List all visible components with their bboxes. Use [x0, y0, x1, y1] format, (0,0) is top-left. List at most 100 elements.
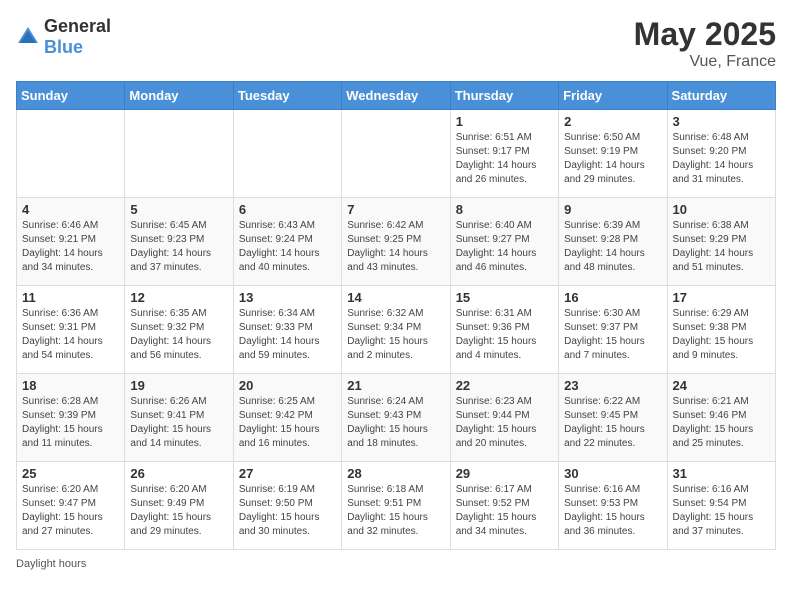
location-text: Vue, France: [634, 53, 776, 71]
footer-note: Daylight hours: [16, 558, 776, 570]
day-info: Sunrise: 6:21 AMSunset: 9:46 PMDaylight:…: [673, 395, 770, 451]
day-number: 3: [673, 114, 770, 129]
day-number: 8: [456, 202, 553, 217]
daylight-note-text: Daylight hours: [16, 558, 86, 570]
calendar-cell: 12 Sunrise: 6:35 AMSunset: 9:32 PMDayligh…: [125, 286, 233, 374]
day-number: 5: [130, 202, 227, 217]
day-info: Sunrise: 6:29 AMSunset: 9:38 PMDaylight:…: [673, 307, 770, 363]
calendar-cell: 20 Sunrise: 6:25 AMSunset: 9:42 PMDayligh…: [233, 374, 341, 462]
day-number: 25: [22, 466, 119, 481]
day-number: 21: [347, 378, 444, 393]
day-number: 2: [564, 114, 661, 129]
calendar-cell: 21 Sunrise: 6:24 AMSunset: 9:43 PMDayligh…: [342, 374, 450, 462]
calendar-cell: 23Sunrise: 6:22 AMSunset: 9:45 PMDayligh…: [559, 374, 667, 462]
weekday-header-thursday: Thursday: [450, 82, 558, 110]
month-title: May 2025: [634, 16, 776, 53]
day-number: 1: [456, 114, 553, 129]
calendar-cell: 13Sunrise: 6:34 AMSunset: 9:33 PMDayligh…: [233, 286, 341, 374]
calendar-cell: 30 Sunrise: 6:16 AMSunset: 9:53 PMDayligh…: [559, 462, 667, 550]
day-info: Sunrise: 6:40 AMSunset: 9:27 PMDaylight:…: [456, 219, 553, 275]
day-info: Sunrise: 6:23 AMSunset: 9:44 PMDaylight:…: [456, 395, 553, 451]
calendar-cell: 7 Sunrise: 6:42 AMSunset: 9:25 PMDaylight…: [342, 198, 450, 286]
day-number: 31: [673, 466, 770, 481]
day-info: Sunrise: 6:34 AMSunset: 9:33 PMDaylight:…: [239, 307, 336, 363]
day-number: 6: [239, 202, 336, 217]
day-info: Sunrise: 6:48 AMSunset: 9:20 PMDaylight:…: [673, 131, 770, 187]
calendar-cell: [342, 110, 450, 198]
day-info: Sunrise: 6:26 AMSunset: 9:41 PMDaylight:…: [130, 395, 227, 451]
calendar-cell: 2Sunrise: 6:50 AMSunset: 9:19 PMDaylight…: [559, 110, 667, 198]
day-info: Sunrise: 6:28 AMSunset: 9:39 PMDaylight:…: [22, 395, 119, 451]
day-number: 16: [564, 290, 661, 305]
day-info: Sunrise: 6:39 AMSunset: 9:28 PMDaylight:…: [564, 219, 661, 275]
weekday-header-sunday: Sunday: [17, 82, 125, 110]
weekday-header-tuesday: Tuesday: [233, 82, 341, 110]
calendar-cell: 3 Sunrise: 6:48 AMSunset: 9:20 PMDaylight…: [667, 110, 775, 198]
day-number: 12: [130, 290, 227, 305]
week-row-2: 4 Sunrise: 6:46 AMSunset: 9:21 PMDaylight…: [17, 198, 776, 286]
day-number: 26: [130, 466, 227, 481]
day-info: Sunrise: 6:20 AMSunset: 9:47 PMDaylight:…: [22, 483, 119, 539]
day-info: Sunrise: 6:43 AMSunset: 9:24 PMDaylight:…: [239, 219, 336, 275]
week-row-3: 11Sunrise: 6:36 AMSunset: 9:31 PMDayligh…: [17, 286, 776, 374]
weekday-header-friday: Friday: [559, 82, 667, 110]
day-info: Sunrise: 6:51 AMSunset: 9:17 PMDaylight:…: [456, 131, 553, 187]
calendar-cell: 18 Sunrise: 6:28 AMSunset: 9:39 PMDayligh…: [17, 374, 125, 462]
logo: General Blue: [16, 16, 111, 58]
logo-blue-text: Blue: [44, 37, 83, 57]
day-number: 9: [564, 202, 661, 217]
day-info: Sunrise: 6:18 AMSunset: 9:51 PMDaylight:…: [347, 483, 444, 539]
day-info: Sunrise: 6:20 AMSunset: 9:49 PMDaylight:…: [130, 483, 227, 539]
day-info: Sunrise: 6:38 AMSunset: 9:29 PMDaylight:…: [673, 219, 770, 275]
calendar-cell: 28Sunrise: 6:18 AMSunset: 9:51 PMDayligh…: [342, 462, 450, 550]
calendar-cell: 31 Sunrise: 6:16 AMSunset: 9:54 PMDayligh…: [667, 462, 775, 550]
day-number: 29: [456, 466, 553, 481]
day-number: 15: [456, 290, 553, 305]
day-info: Sunrise: 6:46 AMSunset: 9:21 PMDaylight:…: [22, 219, 119, 275]
day-number: 30: [564, 466, 661, 481]
calendar-cell: [17, 110, 125, 198]
calendar-cell: 16Sunrise: 6:30 AMSunset: 9:37 PMDayligh…: [559, 286, 667, 374]
day-number: 20: [239, 378, 336, 393]
day-number: 22: [456, 378, 553, 393]
day-info: Sunrise: 6:42 AMSunset: 9:25 PMDaylight:…: [347, 219, 444, 275]
calendar-cell: 24 Sunrise: 6:21 AMSunset: 9:46 PMDayligh…: [667, 374, 775, 462]
page-header: General Blue May 2025 Vue, France: [16, 16, 776, 71]
day-info: Sunrise: 6:31 AMSunset: 9:36 PMDaylight:…: [456, 307, 553, 363]
day-info: Sunrise: 6:24 AMSunset: 9:43 PMDaylight:…: [347, 395, 444, 451]
day-number: 10: [673, 202, 770, 217]
day-info: Sunrise: 6:45 AMSunset: 9:23 PMDaylight:…: [130, 219, 227, 275]
day-number: 7: [347, 202, 444, 217]
weekday-header-saturday: Saturday: [667, 82, 775, 110]
day-info: Sunrise: 6:16 AMSunset: 9:53 PMDaylight:…: [564, 483, 661, 539]
day-info: Sunrise: 6:19 AMSunset: 9:50 PMDaylight:…: [239, 483, 336, 539]
calendar-cell: 26 Sunrise: 6:20 AMSunset: 9:49 PMDayligh…: [125, 462, 233, 550]
calendar-cell: 8 Sunrise: 6:40 AMSunset: 9:27 PMDaylight…: [450, 198, 558, 286]
day-number: 4: [22, 202, 119, 217]
calendar-cell: 10 Sunrise: 6:38 AMSunset: 9:29 PMDayligh…: [667, 198, 775, 286]
day-number: 24: [673, 378, 770, 393]
day-info: Sunrise: 6:35 AMSunset: 9:32 PMDaylight:…: [130, 307, 227, 363]
day-number: 23: [564, 378, 661, 393]
day-number: 17: [673, 290, 770, 305]
calendar-cell: 5 Sunrise: 6:45 AMSunset: 9:23 PMDaylight…: [125, 198, 233, 286]
logo-icon: [16, 25, 40, 49]
calendar-cell: 15 Sunrise: 6:31 AMSunset: 9:36 PMDayligh…: [450, 286, 558, 374]
calendar-cell: 19Sunrise: 6:26 AMSunset: 9:41 PMDayligh…: [125, 374, 233, 462]
day-number: 27: [239, 466, 336, 481]
week-row-5: 25 Sunrise: 6:20 AMSunset: 9:47 PMDayligh…: [17, 462, 776, 550]
calendar-cell: 27 Sunrise: 6:19 AMSunset: 9:50 PMDayligh…: [233, 462, 341, 550]
day-info: Sunrise: 6:17 AMSunset: 9:52 PMDaylight:…: [456, 483, 553, 539]
day-number: 14: [347, 290, 444, 305]
weekday-header-row: SundayMondayTuesdayWednesdayThursdayFrid…: [17, 82, 776, 110]
day-number: 11: [22, 290, 119, 305]
calendar-table: SundayMondayTuesdayWednesdayThursdayFrid…: [16, 81, 776, 550]
day-number: 18: [22, 378, 119, 393]
day-info: Sunrise: 6:25 AMSunset: 9:42 PMDaylight:…: [239, 395, 336, 451]
week-row-1: 1 Sunrise: 6:51 AMSunset: 9:17 PMDaylight…: [17, 110, 776, 198]
calendar-cell: [233, 110, 341, 198]
logo-general-text: General: [44, 16, 111, 36]
title-block: May 2025 Vue, France: [634, 16, 776, 71]
day-info: Sunrise: 6:16 AMSunset: 9:54 PMDaylight:…: [673, 483, 770, 539]
calendar-cell: [125, 110, 233, 198]
